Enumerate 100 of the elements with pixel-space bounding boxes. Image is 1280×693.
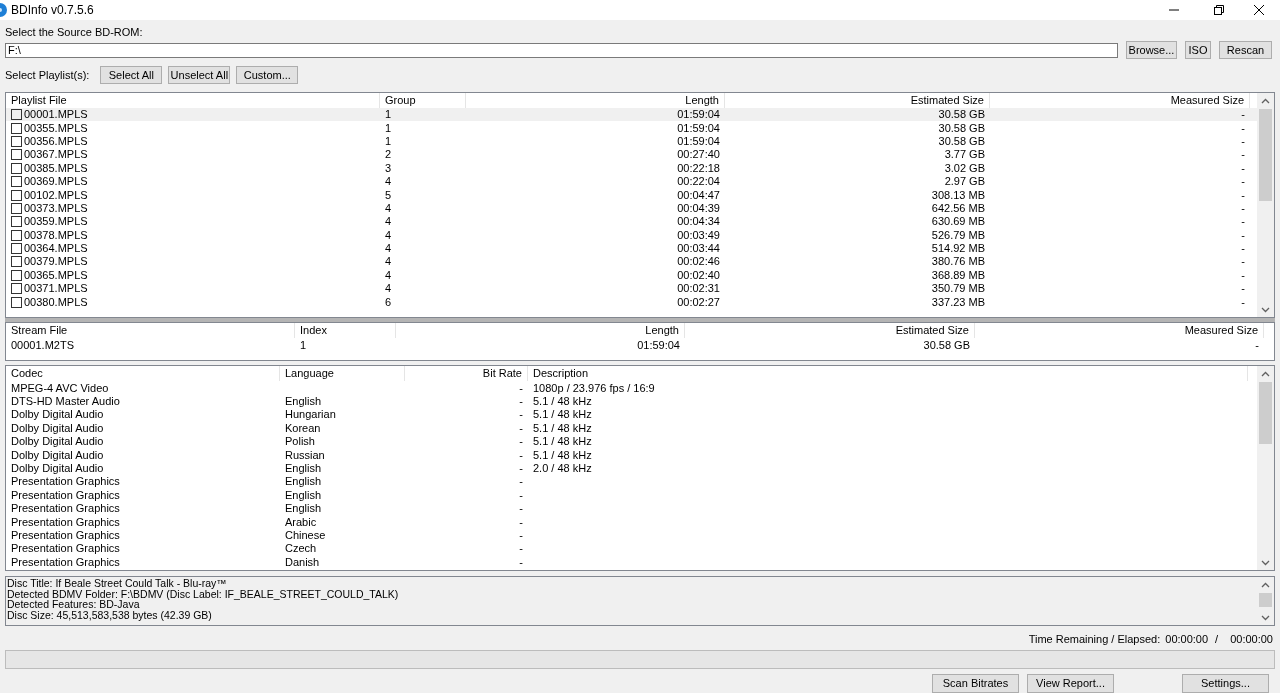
checkbox[interactable] bbox=[11, 122, 22, 134]
table-cell: - bbox=[1241, 242, 1245, 256]
column-header[interactable]: Index bbox=[295, 322, 396, 338]
table-cell: 00:27:40 bbox=[677, 148, 720, 162]
custom-button[interactable]: Custom... bbox=[236, 66, 299, 84]
checkbox[interactable] bbox=[11, 256, 22, 268]
table-cell-text: English bbox=[284, 488, 323, 502]
table-cell-text: Korean bbox=[284, 421, 322, 435]
table-cell-text: - bbox=[518, 395, 524, 409]
column-header[interactable]: Stream File bbox=[6, 322, 295, 338]
table-cell: 4 bbox=[385, 228, 392, 242]
table-cell: - bbox=[1241, 175, 1245, 189]
table-cell: 1 bbox=[385, 121, 392, 135]
table-cell: 00367.MPLS bbox=[24, 148, 88, 162]
scroll-thumb[interactable] bbox=[1259, 382, 1272, 445]
playlist-row[interactable]: 00001.MPLS 1 01:59:04 30.58 GB - bbox=[6, 108, 1257, 122]
table-cell: 00356.MPLS bbox=[24, 134, 88, 148]
unselect-all-button[interactable]: Unselect All bbox=[168, 66, 231, 84]
scroll-up-icon[interactable] bbox=[1261, 371, 1270, 378]
checkbox[interactable] bbox=[11, 283, 22, 295]
checkbox[interactable] bbox=[11, 296, 22, 308]
scroll-down-icon[interactable] bbox=[1261, 306, 1270, 313]
scroll-thumb[interactable] bbox=[1259, 593, 1272, 608]
table-cell-text: Dolby Digital Audio bbox=[10, 408, 105, 422]
table-cell: 350.79 MB bbox=[931, 282, 985, 296]
table-cell-text: 5.1 / 48 kHz bbox=[532, 395, 593, 409]
checkbox[interactable] bbox=[11, 135, 22, 147]
table-cell: - bbox=[1241, 282, 1245, 296]
time-remaining: 00:00:00 bbox=[1165, 631, 1209, 647]
table-cell: 3.02 GB bbox=[944, 161, 985, 175]
checkbox[interactable] bbox=[11, 109, 22, 121]
checkbox[interactable] bbox=[11, 243, 22, 255]
table-cell: 00371.MPLS bbox=[24, 282, 88, 296]
table-cell-text: 1080p / 23.976 fps / 16:9 bbox=[532, 381, 656, 395]
browse-button[interactable]: Browse... bbox=[1126, 41, 1177, 59]
rescan-button[interactable]: Rescan bbox=[1219, 41, 1272, 59]
table-cell: 00380.MPLS bbox=[24, 295, 88, 309]
table-cell: 30.58 GB bbox=[938, 121, 985, 135]
table-cell: 308.13 MB bbox=[931, 188, 985, 202]
scan-bitrates-button[interactable]: Scan Bitrates bbox=[932, 674, 1019, 693]
table-cell-text: Presentation Graphics bbox=[10, 555, 121, 569]
table-cell: 00364.MPLS bbox=[24, 242, 88, 256]
column-header[interactable]: Description bbox=[528, 366, 1248, 382]
table-cell: 368.89 MB bbox=[931, 268, 985, 282]
scroll-up-icon[interactable] bbox=[1261, 98, 1270, 104]
column-header[interactable]: Length bbox=[396, 322, 685, 338]
window-title: BDInfo v0.7.5.6 bbox=[11, 2, 94, 19]
table-cell-text: Polish bbox=[284, 435, 316, 449]
table-cell-text: MPEG-4 AVC Video bbox=[10, 381, 110, 395]
table-cell: 3 bbox=[385, 161, 392, 175]
column-header[interactable]: Measured Size bbox=[975, 322, 1264, 338]
table-cell-text: Arabic bbox=[284, 515, 318, 529]
table-cell: 00:02:31 bbox=[677, 282, 720, 296]
settings-button[interactable]: Settings... bbox=[1182, 674, 1269, 693]
checkbox[interactable] bbox=[11, 176, 22, 188]
table-cell: 6 bbox=[385, 295, 392, 309]
checkbox[interactable] bbox=[11, 202, 22, 214]
checkbox[interactable] bbox=[11, 189, 22, 201]
checkbox[interactable] bbox=[11, 229, 22, 241]
table-cell: 00:03:49 bbox=[677, 228, 720, 242]
column-header[interactable]: Codec bbox=[6, 366, 280, 382]
checkbox[interactable] bbox=[11, 162, 22, 174]
table-cell-text: 01:59:04 bbox=[636, 337, 681, 353]
time-separator: / bbox=[1215, 631, 1219, 647]
table-cell: 4 bbox=[385, 215, 392, 229]
table-cell: - bbox=[1241, 215, 1245, 229]
view-report-button[interactable]: View Report... bbox=[1027, 674, 1114, 693]
scrollbar[interactable] bbox=[1257, 93, 1274, 317]
table-cell: 00:03:44 bbox=[677, 242, 720, 256]
restore-icon[interactable] bbox=[1214, 5, 1224, 15]
table-cell: 00379.MPLS bbox=[24, 255, 88, 269]
checkbox[interactable] bbox=[11, 149, 22, 161]
select-all-button[interactable]: Select All bbox=[100, 66, 163, 84]
table-cell: 00:04:39 bbox=[677, 201, 720, 215]
table-cell: 4 bbox=[385, 268, 392, 282]
table-cell: 00:02:40 bbox=[677, 268, 720, 282]
scroll-thumb[interactable] bbox=[1259, 109, 1272, 201]
table-cell: 00:04:34 bbox=[677, 215, 720, 229]
close-icon[interactable] bbox=[1254, 5, 1264, 15]
checkbox[interactable] bbox=[11, 216, 22, 228]
scroll-up-icon[interactable] bbox=[1261, 582, 1270, 589]
table-cell-text: Hungarian bbox=[284, 408, 337, 422]
column-header[interactable]: Language bbox=[280, 366, 405, 382]
column-header[interactable]: Estimated Size bbox=[685, 322, 975, 338]
table-cell-text: Presentation Graphics bbox=[10, 515, 121, 529]
table-cell: 642.56 MB bbox=[931, 201, 985, 215]
table-cell-text: English bbox=[284, 462, 323, 475]
scroll-down-icon[interactable] bbox=[1261, 560, 1270, 567]
table-cell-text: Chinese bbox=[284, 528, 327, 542]
table-cell: 2 bbox=[385, 148, 392, 162]
table-cell-text: Dolby Digital Audio bbox=[10, 462, 105, 475]
table-cell: 00:04:47 bbox=[677, 188, 720, 202]
checkbox[interactable] bbox=[11, 269, 22, 281]
scroll-down-icon[interactable] bbox=[1261, 615, 1270, 621]
scrollbar[interactable] bbox=[1257, 366, 1274, 571]
info-line: Detected BDMV Folder: F:\BDMV (Disc Label: IF_BEALE_STREET_COULD_TALK) bbox=[7, 588, 400, 600]
iso-button[interactable]: ISO bbox=[1185, 41, 1211, 59]
column-header[interactable]: Bit Rate bbox=[405, 366, 528, 382]
table-cell: 3.77 GB bbox=[944, 148, 985, 162]
source-path-field[interactable]: F:\ bbox=[5, 42, 1118, 58]
